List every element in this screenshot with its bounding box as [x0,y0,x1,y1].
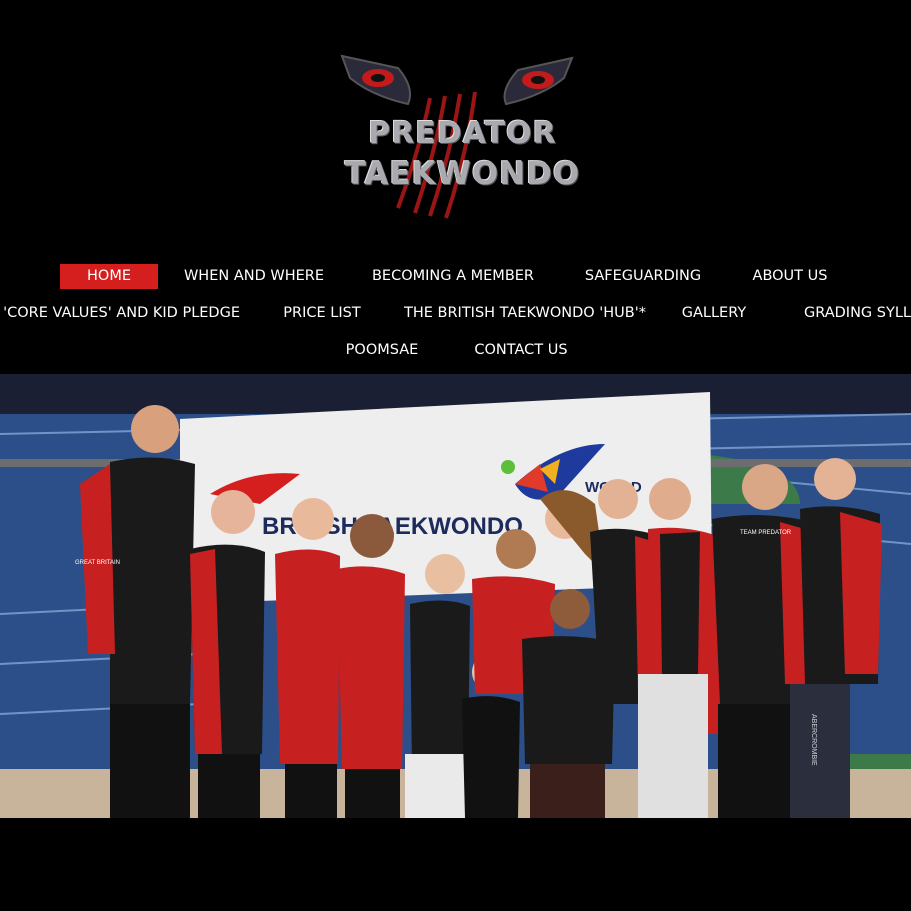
logo-title-line1: PREDATOR [368,116,557,151]
shirt-text-team: TEAM PREDATOR [740,530,792,536]
nav-grading-syllabus[interactable]: GRADING SYLLABUS [794,301,911,326]
main-nav-row-2: CLUB 'CORE VALUES' AND KID PLEDGE PRICE … [0,301,911,327]
nav-club-core-values[interactable]: CLUB 'CORE VALUES' AND KID PLEDGE [0,301,240,326]
logo-title-line2: TAEKWONDO [344,156,581,192]
pants-text: ABERCROMBIE [810,714,817,766]
shirt-text-gb: GREAT BRITAIN [75,560,120,566]
main-nav-row-1: HOME WHEN AND WHERE BECOMING A MEMBER SA… [0,264,911,290]
site-logo[interactable]: PREDATOR TAEKWONDO [320,48,605,223]
nav-home[interactable]: HOME [60,264,158,289]
nav-about-us[interactable]: ABOUT US [748,264,832,289]
nav-poomsae[interactable]: POOMSAE [336,338,428,363]
nav-contact-us[interactable]: CONTACT US [468,338,574,363]
nav-when-and-where[interactable]: WHEN AND WHERE [180,264,328,289]
nav-becoming-a-member[interactable]: BECOMING A MEMBER [366,264,540,289]
nav-british-taekwondo-hub[interactable]: THE BRITISH TAEKWONDO 'HUB'* [404,301,646,326]
hero-team-photo: BRITISH TAEKWONDO WORLD [0,374,911,818]
nav-safeguarding[interactable]: SAFEGUARDING [580,264,706,289]
nav-gallery[interactable]: GALLERY [674,301,754,326]
nav-price-list[interactable]: PRICE LIST [278,301,366,326]
main-nav-row-3: POOMSAE CONTACT US [0,338,911,364]
